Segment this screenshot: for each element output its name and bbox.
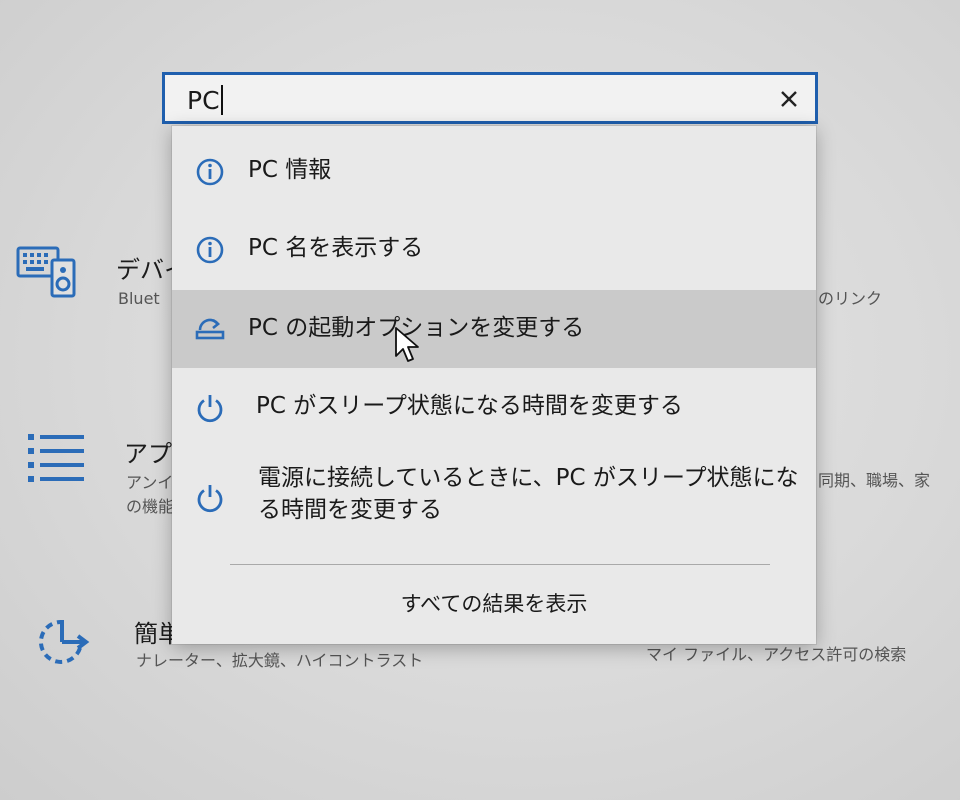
info-icon — [196, 236, 224, 264]
apps-description-line2: の機能 — [126, 497, 175, 516]
keyboard-speaker-icon — [16, 246, 76, 298]
suggestion-show-pc-name[interactable]: PC 名を表示する — [172, 214, 816, 284]
info-icon — [196, 158, 224, 186]
ease-of-access-icon — [38, 619, 90, 664]
suggestion-label: PC がスリープ状態になる時間を変更する — [256, 393, 683, 419]
suggestion-pc-info[interactable]: PC 情報 — [172, 136, 816, 206]
settings-search-box[interactable]: PC — [162, 72, 818, 124]
suggestion-sleep-time-plugged-in[interactable]: 電源に接続しているときに、PC がスリープ状態になる時間を変更する — [172, 450, 816, 540]
suggestion-label: PC 名を表示する — [248, 235, 424, 261]
apps-description-line1: アンイ — [126, 473, 174, 492]
search-input[interactable]: PC — [187, 85, 223, 115]
suggestion-label: PC 情報 — [248, 157, 332, 183]
devices-description-right: のリンク — [818, 289, 883, 308]
mouse-pointer-icon — [395, 327, 419, 362]
clear-search-button[interactable] — [775, 85, 803, 113]
power-icon — [197, 485, 223, 513]
suggestion-sleep-time[interactable]: PC がスリープ状態になる時間を変更する — [172, 370, 816, 444]
suggestion-change-startup-options[interactable]: PC の起動オプションを変更する — [172, 290, 816, 368]
close-icon — [781, 91, 797, 107]
ease-description: ナレーター、拡大鏡、ハイコントラスト — [136, 651, 424, 670]
suggestion-label: 電源に接続しているときに、PC がスリープ状態になる時間を変更する — [258, 465, 799, 523]
apps-description-right: 同期、職場、家 — [818, 471, 931, 490]
search-tile-description: マイ ファイル、アクセス許可の検索 — [646, 645, 907, 664]
text-caret — [220, 85, 223, 115]
search-input-value: PC — [187, 86, 220, 115]
power-icon — [197, 395, 223, 423]
apps-list-icon — [28, 434, 84, 482]
show-all-results-link[interactable]: すべての結果を表示 — [172, 588, 816, 618]
dropdown-divider — [230, 564, 770, 565]
startup-icon — [195, 318, 225, 340]
devices-description: Bluet — [118, 289, 160, 308]
search-suggestions-dropdown: PC 情報 PC 名を表示する PC の起動オプションを変更する PC がスリー… — [172, 126, 816, 644]
